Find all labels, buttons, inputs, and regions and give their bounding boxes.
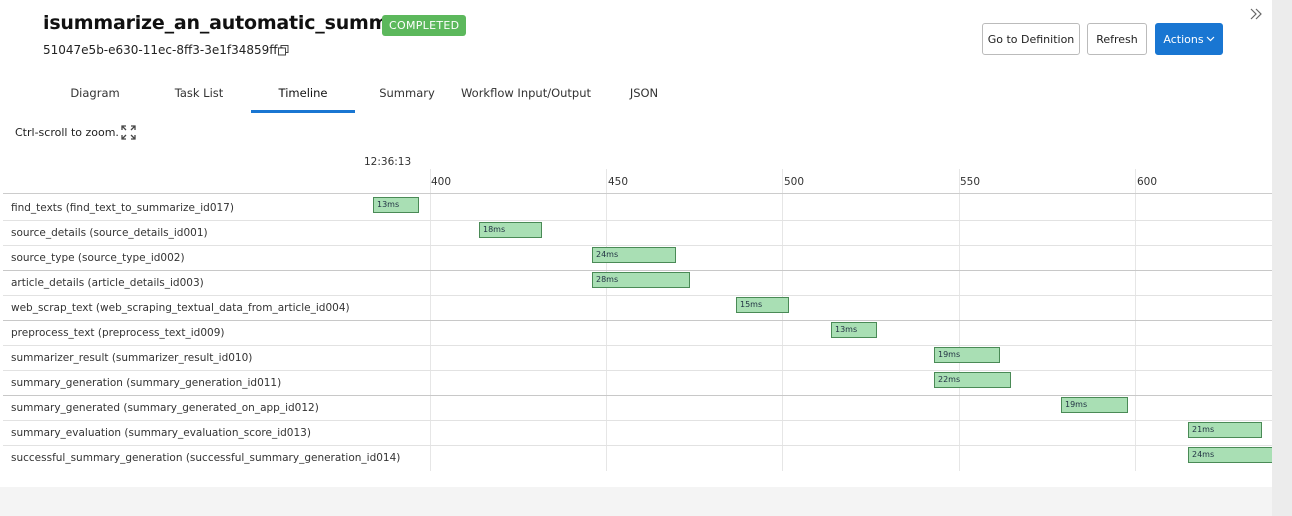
workflow-page: isummarize_an_automatic_summarizer COMPL… [0, 0, 1277, 516]
timeline-row: preprocess_text (preprocess_text_id009) … [3, 322, 1277, 346]
timeline-row: summary_generated (summary_generated_on_… [3, 397, 1277, 421]
task-label: summary_generated (summary_generated_on_… [11, 402, 319, 414]
tab-json[interactable]: JSON [594, 80, 694, 113]
bottom-area [0, 487, 1272, 516]
workflow-id: 51047e5b-e630-11ec-8ff3-3e1f34859ffe [43, 43, 285, 57]
go-to-definition-button[interactable]: Go to Definition [982, 23, 1080, 55]
task-bar[interactable]: 19ms [934, 347, 1000, 363]
timeline-row: find_texts (find_text_to_summarize_id017… [3, 197, 1277, 221]
zoom-hint: Ctrl-scroll to zoom. [15, 126, 119, 139]
chevron-down-icon [1206, 36, 1215, 42]
task-bar[interactable]: 13ms [373, 197, 419, 213]
timeline-row: article_details (article_details_id003) … [3, 272, 1277, 296]
task-bar[interactable]: 15ms [736, 297, 789, 313]
timeline-start-time: 12:36:13 [364, 156, 412, 168]
tab-timeline[interactable]: Timeline [251, 80, 355, 113]
task-bar[interactable]: 18ms [479, 222, 542, 238]
task-label: summarizer_result (summarizer_result_id0… [11, 352, 253, 364]
timeline-tick: 450 [608, 176, 629, 188]
task-bar[interactable]: 24ms [592, 247, 676, 263]
task-label: successful_summary_generation (successfu… [11, 452, 401, 464]
task-label: web_scrap_text (web_scraping_textual_dat… [11, 302, 350, 314]
task-bar[interactable]: 24ms [1188, 447, 1273, 463]
task-bar[interactable]: 13ms [831, 322, 877, 338]
refresh-button[interactable]: Refresh [1087, 23, 1147, 55]
task-bar[interactable]: 21ms [1188, 422, 1262, 438]
task-bar[interactable]: 19ms [1061, 397, 1128, 413]
timeline-row: summary_generation (summary_generation_i… [3, 372, 1277, 396]
expand-panel-icon[interactable] [1249, 6, 1263, 25]
status-badge: COMPLETED [382, 15, 467, 36]
timeline-tick: 400 [431, 176, 452, 188]
tab-task-list[interactable]: Task List [148, 80, 250, 113]
timeline-row: source_type (source_type_id002) 24ms [3, 247, 1277, 271]
task-label: summary_generation (summary_generation_i… [11, 377, 282, 389]
timeline-row: source_details (source_details_id001) 18… [3, 222, 1277, 246]
tab-diagram[interactable]: Diagram [44, 80, 146, 113]
timeline-tick: 600 [1137, 176, 1158, 188]
copy-icon[interactable] [278, 45, 289, 56]
timeline-row: successful_summary_generation (successfu… [3, 447, 1277, 471]
task-label: article_details (article_details_id003) [11, 277, 204, 289]
timeline-row: summary_evaluation (summary_evaluation_s… [3, 422, 1277, 446]
actions-button[interactable]: Actions [1155, 23, 1223, 55]
task-label: source_type (source_type_id002) [11, 252, 185, 264]
task-label: preprocess_text (preprocess_text_id009) [11, 327, 225, 339]
actions-label: Actions [1163, 32, 1204, 46]
fit-to-screen-icon[interactable] [120, 124, 137, 141]
tab-workflow-input-output[interactable]: Workflow Input/Output [460, 80, 592, 113]
timeline-tick: 500 [784, 176, 805, 188]
task-bar[interactable]: 22ms [934, 372, 1011, 388]
task-label: find_texts (find_text_to_summarize_id017… [11, 202, 234, 214]
tab-summary[interactable]: Summary [356, 80, 458, 113]
task-label: source_details (source_details_id001) [11, 227, 208, 239]
timeline-row: web_scrap_text (web_scraping_textual_dat… [3, 297, 1277, 321]
timeline-row: summarizer_result (summarizer_result_id0… [3, 347, 1277, 371]
timeline-tick: 550 [960, 176, 981, 188]
scrollbar[interactable] [1272, 0, 1292, 516]
timeline-axis [3, 193, 1277, 194]
task-label: summary_evaluation (summary_evaluation_s… [11, 427, 311, 439]
task-bar[interactable]: 28ms [592, 272, 690, 288]
